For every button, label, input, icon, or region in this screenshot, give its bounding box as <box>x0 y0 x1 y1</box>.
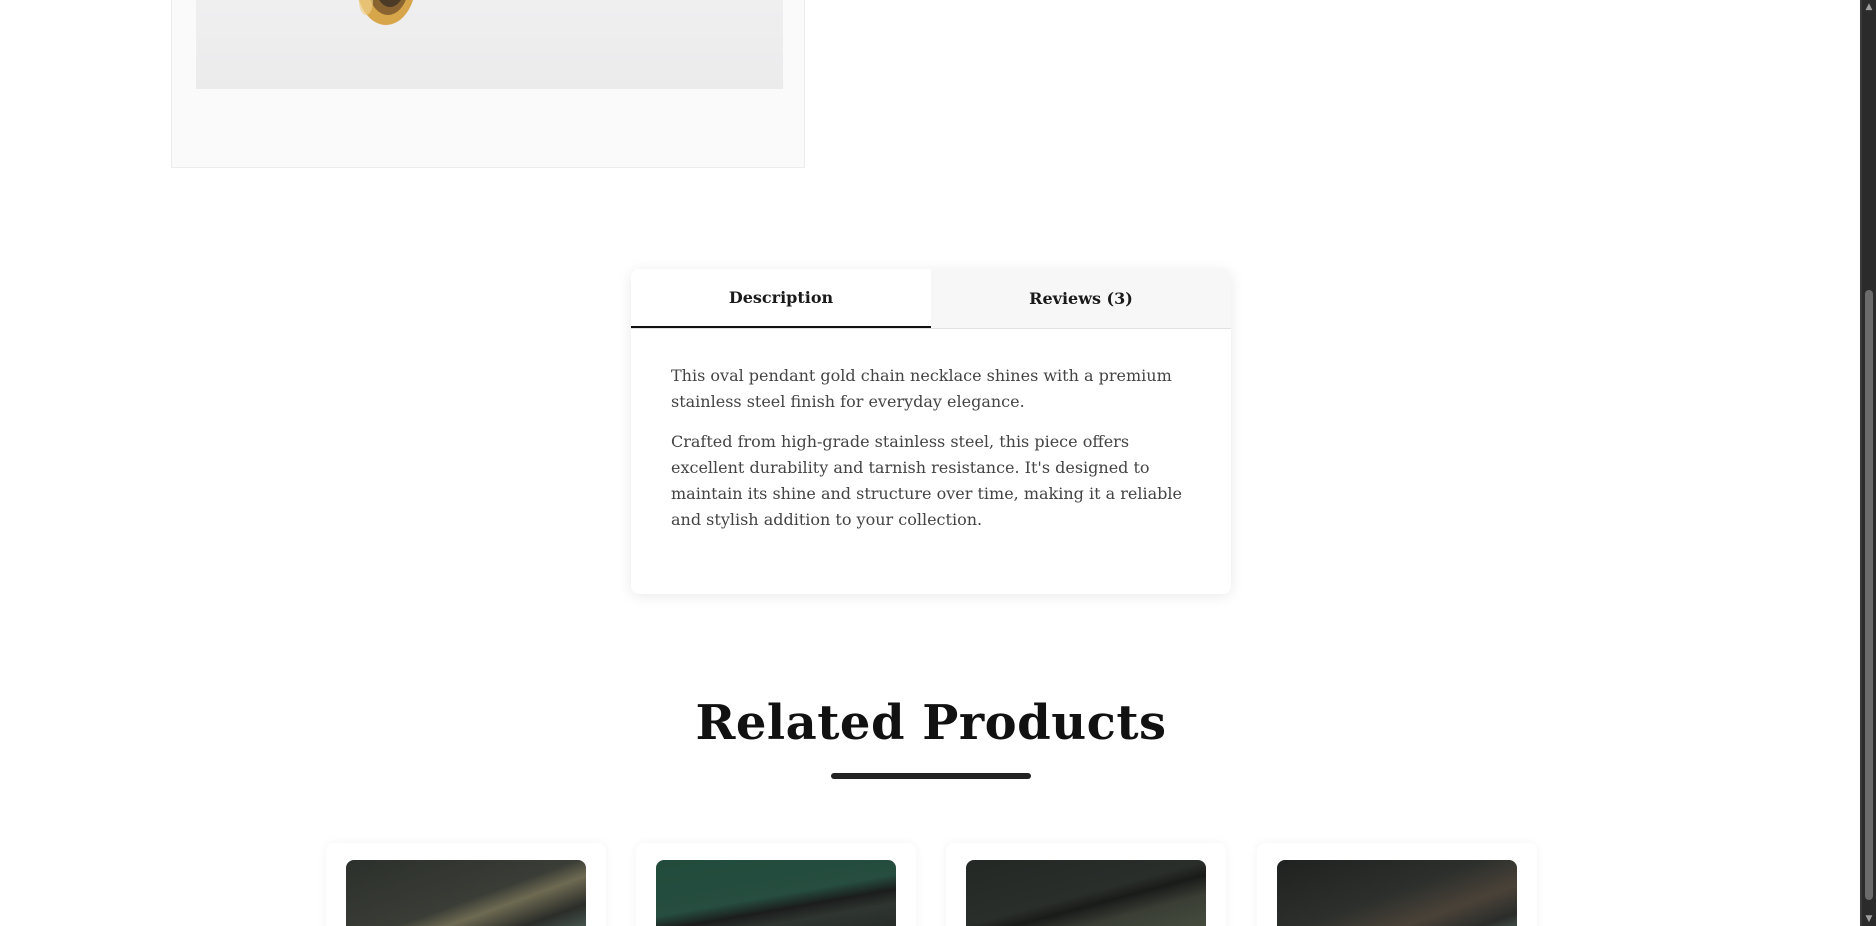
pendant-image <box>358 0 414 25</box>
product-thumbnail[interactable] <box>656 860 896 926</box>
related-product-card[interactable] <box>946 843 1226 926</box>
related-product-card[interactable] <box>636 843 916 926</box>
product-image-card <box>171 0 805 168</box>
product-thumbnail[interactable] <box>346 860 586 926</box>
tab-bar: Description Reviews (3) <box>631 269 1231 329</box>
related-product-card[interactable] <box>326 843 606 926</box>
product-tabs-panel: Description Reviews (3) This oval pendan… <box>631 269 1231 594</box>
related-products-title: Related Products <box>695 695 1167 751</box>
description-paragraph: This oval pendant gold chain necklace sh… <box>671 366 1172 411</box>
description-paragraph: Crafted from high-grade stainless steel,… <box>671 432 1182 529</box>
tab-description[interactable]: Description <box>631 269 931 328</box>
description-content: This oval pendant gold chain necklace sh… <box>631 329 1231 533</box>
product-image[interactable] <box>196 0 783 89</box>
scrollbar-thumb[interactable] <box>1865 290 1873 900</box>
tab-reviews[interactable]: Reviews (3) <box>931 269 1231 328</box>
product-thumbnail[interactable] <box>1277 860 1517 926</box>
product-page: Description Reviews (3) This oval pendan… <box>0 0 1876 926</box>
chevron-up-icon[interactable]: ▲ <box>1862 0 1876 14</box>
chevron-down-icon[interactable]: ▼ <box>1862 912 1876 926</box>
product-thumbnail[interactable] <box>966 860 1206 926</box>
title-underline <box>831 773 1031 779</box>
vertical-scrollbar[interactable]: ▲ ▼ <box>1862 0 1876 926</box>
related-product-card[interactable] <box>1257 843 1537 926</box>
